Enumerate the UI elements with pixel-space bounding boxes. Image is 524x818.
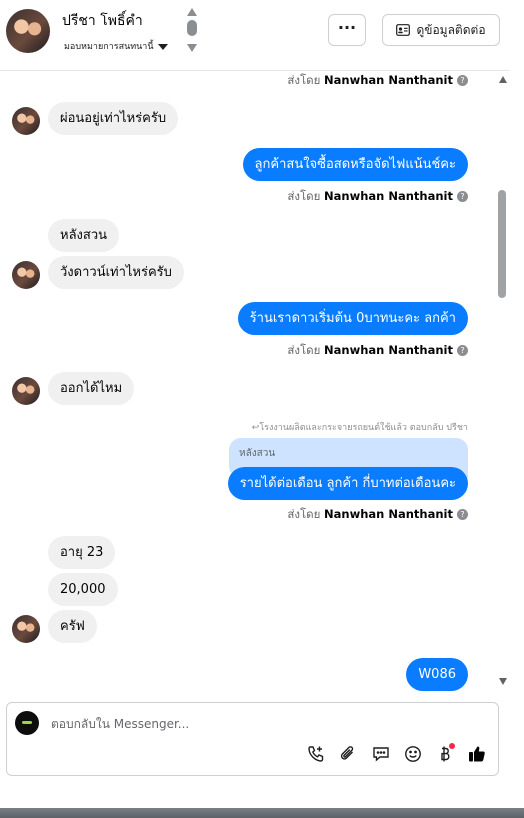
reply-composer	[6, 702, 499, 776]
contact-avatar[interactable]	[6, 9, 50, 53]
more-options-button[interactable]: ···	[328, 14, 366, 46]
sent-by-prefix: ส่งโดย	[287, 507, 321, 521]
conversation-header: ปรีชา โพธิ์คำ มอบหมายการสนทนานี้ ··· ดูข…	[0, 0, 510, 71]
assign-label: มอบหมายการสนทนานี้	[64, 42, 154, 52]
message-thread: ส่งโดย Nanwhan Nanthanit? ผ่อนอยู่เท่าไห…	[0, 72, 510, 700]
view-contact-info-label: ดูข้อมูลติดต่อ	[416, 22, 486, 37]
sent-by-prefix: ส่งโดย	[287, 73, 321, 87]
contact-avatar-small[interactable]	[12, 615, 40, 643]
smiley-icon[interactable]	[402, 743, 424, 765]
reply-context-text: โรงงานผลิตและกระจายรถยนต์ใช้แล้ว ตอบกลับ…	[259, 423, 468, 433]
sent-by-prefix: ส่งโดย	[287, 189, 321, 203]
sent-by-prefix: ส่งโดย	[287, 343, 321, 357]
contact-card-icon	[396, 24, 411, 36]
contact-avatar-small[interactable]	[12, 107, 40, 135]
sent-by-line: ส่งโดย Nanwhan Nanthanit?	[287, 342, 468, 360]
scroll-up-arrow-icon[interactable]	[499, 76, 507, 83]
assign-conversation-dropdown[interactable]: มอบหมายการสนทนานี้	[64, 39, 168, 53]
sender-name: Nanwhan Nanthanit	[324, 507, 453, 521]
scrollbar-thumb[interactable]	[498, 190, 506, 298]
notification-dot	[449, 743, 455, 749]
arrow-up-icon[interactable]	[187, 8, 197, 16]
sender-name: Nanwhan Nanthanit	[324, 73, 453, 87]
incoming-message[interactable]: วังดาวน์เท่าไหร่ครับ	[48, 256, 184, 289]
outgoing-message[interactable]: รายได้ต่อเดือน ลูกค้า กี่บาทต่อเดือนคะ	[227, 467, 468, 500]
incoming-message[interactable]: 20,000	[48, 573, 118, 606]
help-icon[interactable]: ?	[457, 75, 468, 86]
sent-by-line: ส่งโดย Nanwhan Nanthanit?	[287, 506, 468, 524]
call-add-icon[interactable]	[305, 743, 327, 765]
incoming-message[interactable]: หลังสวน	[48, 219, 120, 252]
help-icon[interactable]: ?	[457, 191, 468, 202]
incoming-message[interactable]: ครัฟ	[48, 610, 97, 643]
outgoing-message[interactable]: ลูกค้าสนใจซื้อสดหรือจัดไฟแน้นช์คะ	[242, 148, 468, 181]
thread-scrollbar[interactable]	[497, 72, 509, 692]
help-icon[interactable]: ?	[457, 509, 468, 520]
stepper-thumb[interactable]	[187, 20, 197, 36]
baht-icon[interactable]	[434, 743, 456, 765]
scroll-down-arrow-icon[interactable]	[499, 678, 507, 685]
header-scroll-stepper[interactable]	[186, 8, 198, 54]
sent-by-line: ส่งโดย Nanwhan Nanthanit?	[287, 188, 468, 206]
thumbs-up-icon[interactable]	[466, 743, 488, 765]
reply-context-note: ↩โรงงานผลิตและกระจายรถยนต์ใช้แล้ว ตอบกลั…	[252, 420, 468, 434]
outgoing-message[interactable]: W086	[406, 658, 468, 691]
sender-name: Nanwhan Nanthanit	[324, 189, 453, 203]
page-avatar	[15, 711, 39, 735]
help-icon[interactable]: ?	[457, 345, 468, 356]
arrow-down-icon[interactable]	[187, 44, 197, 52]
view-contact-info-button[interactable]: ดูข้อมูลติดต่อ	[382, 14, 500, 46]
paperclip-icon[interactable]	[337, 743, 359, 765]
outgoing-message[interactable]: ร้านเราดาวเริ่มต้น 0บาทนะคะ ลกค้า	[237, 302, 468, 335]
caret-down-icon	[157, 43, 168, 50]
sent-by-line: ส่งโดย Nanwhan Nanthanit?	[287, 72, 468, 90]
contact-avatar-small[interactable]	[12, 377, 40, 405]
contact-name[interactable]: ปรีชา โพธิ์คำ	[62, 10, 143, 32]
chat-bubble-icon[interactable]	[370, 743, 392, 765]
incoming-message[interactable]: ออกได้ไหม	[48, 372, 135, 405]
incoming-message[interactable]: อายุ 23	[48, 536, 116, 569]
incoming-message[interactable]: ผ่อนอยู่เท่าไหร่ครับ	[48, 102, 179, 135]
contact-avatar-small[interactable]	[12, 261, 40, 289]
sender-name: Nanwhan Nanthanit	[324, 343, 453, 357]
window-bottom-edge	[0, 808, 524, 818]
reply-input[interactable]	[51, 715, 471, 733]
